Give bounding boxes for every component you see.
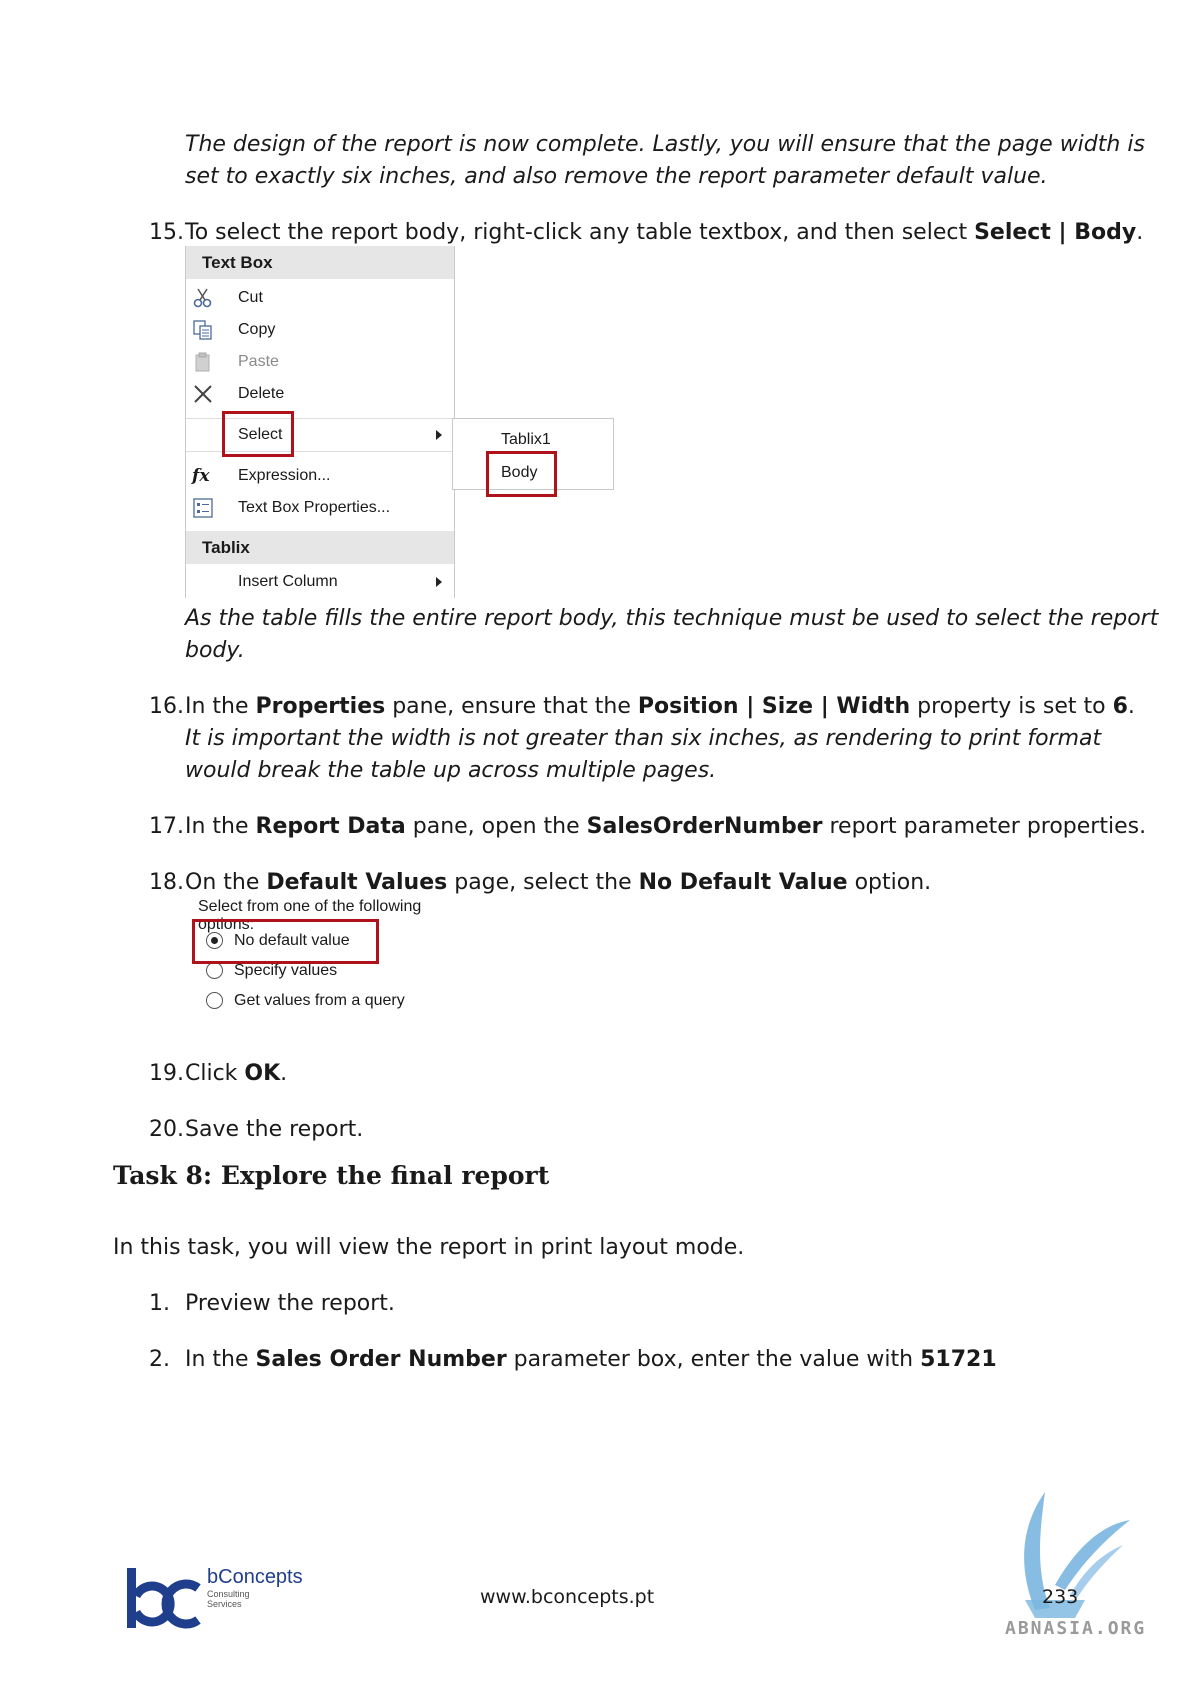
bconcepts-logo-icon <box>127 1568 201 1629</box>
menu-item-insert-column[interactable]: Insert Column <box>186 566 454 598</box>
intro-note-line2: set to exactly six inches, and also remo… <box>185 164 1048 189</box>
step-number: 16. <box>149 694 184 719</box>
delete-x-icon <box>194 385 212 403</box>
step-number: 2. <box>149 1347 170 1372</box>
highlight-no-default <box>192 919 379 964</box>
section-heading: Task 8: Explore the final report <box>113 1161 550 1190</box>
submenu-item-tablix1[interactable]: Tablix1 <box>501 431 551 449</box>
step-18-text: On the Default Values page, select the N… <box>185 870 932 895</box>
menu-item-copy[interactable]: Copy <box>186 314 454 346</box>
step-number: 1. <box>149 1291 170 1316</box>
step-number: 19. <box>149 1061 184 1086</box>
step-number: 20. <box>149 1117 184 1142</box>
step-16-text: In the Properties pane, ensure that the … <box>185 694 1135 719</box>
brand-logo-text: bConcepts Consulting Services <box>207 1566 303 1609</box>
step-19-text: Click OK. <box>185 1061 288 1086</box>
task8-step-1: Preview the report. <box>185 1291 395 1316</box>
highlight-select <box>222 411 294 457</box>
highlight-body <box>486 451 557 497</box>
watermark-text: ABNASIA.ORG <box>1005 1618 1147 1639</box>
menu-item-textbox-properties[interactable]: Text Box Properties... <box>186 492 454 524</box>
step-15-text: To select the report body, right-click a… <box>185 220 1144 245</box>
submenu-arrow-icon <box>436 430 442 440</box>
step-number: 17. <box>149 814 184 839</box>
brand-name: bConcepts <box>207 1566 303 1588</box>
step-15-note: As the table fills the entire report bod… <box>185 606 1159 663</box>
menu-item-delete[interactable]: Delete <box>186 378 454 410</box>
step-number: 15. <box>149 220 184 245</box>
menu-item-expression[interactable]: fx Expression... <box>186 460 454 492</box>
page-number: 233 <box>1042 1586 1079 1608</box>
task8-intro: In this task, you will view the report i… <box>113 1235 745 1260</box>
properties-icon <box>193 498 213 518</box>
task8-step-2: In the Sales Order Number parameter box,… <box>185 1347 997 1372</box>
function-fx-icon: fx <box>192 466 210 486</box>
step-16-note: It is important the width is not greater… <box>185 726 1102 783</box>
submenu-arrow-icon <box>436 577 442 587</box>
menu-header-tablix: Tablix <box>186 531 454 564</box>
menu-header-textbox: Text Box <box>186 246 454 279</box>
step-number: 18. <box>149 870 184 895</box>
copy-icon <box>193 320 212 340</box>
menu-item-paste[interactable]: Paste <box>186 346 454 378</box>
radio-unselected-icon <box>206 992 223 1009</box>
step-20-text: Save the report. <box>185 1117 364 1142</box>
radio-unselected-icon <box>206 962 223 979</box>
scissors-icon <box>193 288 212 308</box>
brand-sub-2: Services <box>207 1599 242 1609</box>
menu-item-cut[interactable]: Cut <box>186 282 454 314</box>
brand-sub-1: Consulting <box>207 1589 250 1599</box>
paste-icon <box>195 352 210 372</box>
step-17-text: In the Report Data pane, open the SalesO… <box>185 814 1147 839</box>
intro-note: The design of the report is now complete… <box>185 129 1145 193</box>
footer-url: www.bconcepts.pt <box>480 1586 655 1608</box>
context-menu: Text Box Cut Copy Paste Delete Select fx… <box>185 246 455 598</box>
intro-note-line1: The design of the report is now complete… <box>185 132 1145 157</box>
